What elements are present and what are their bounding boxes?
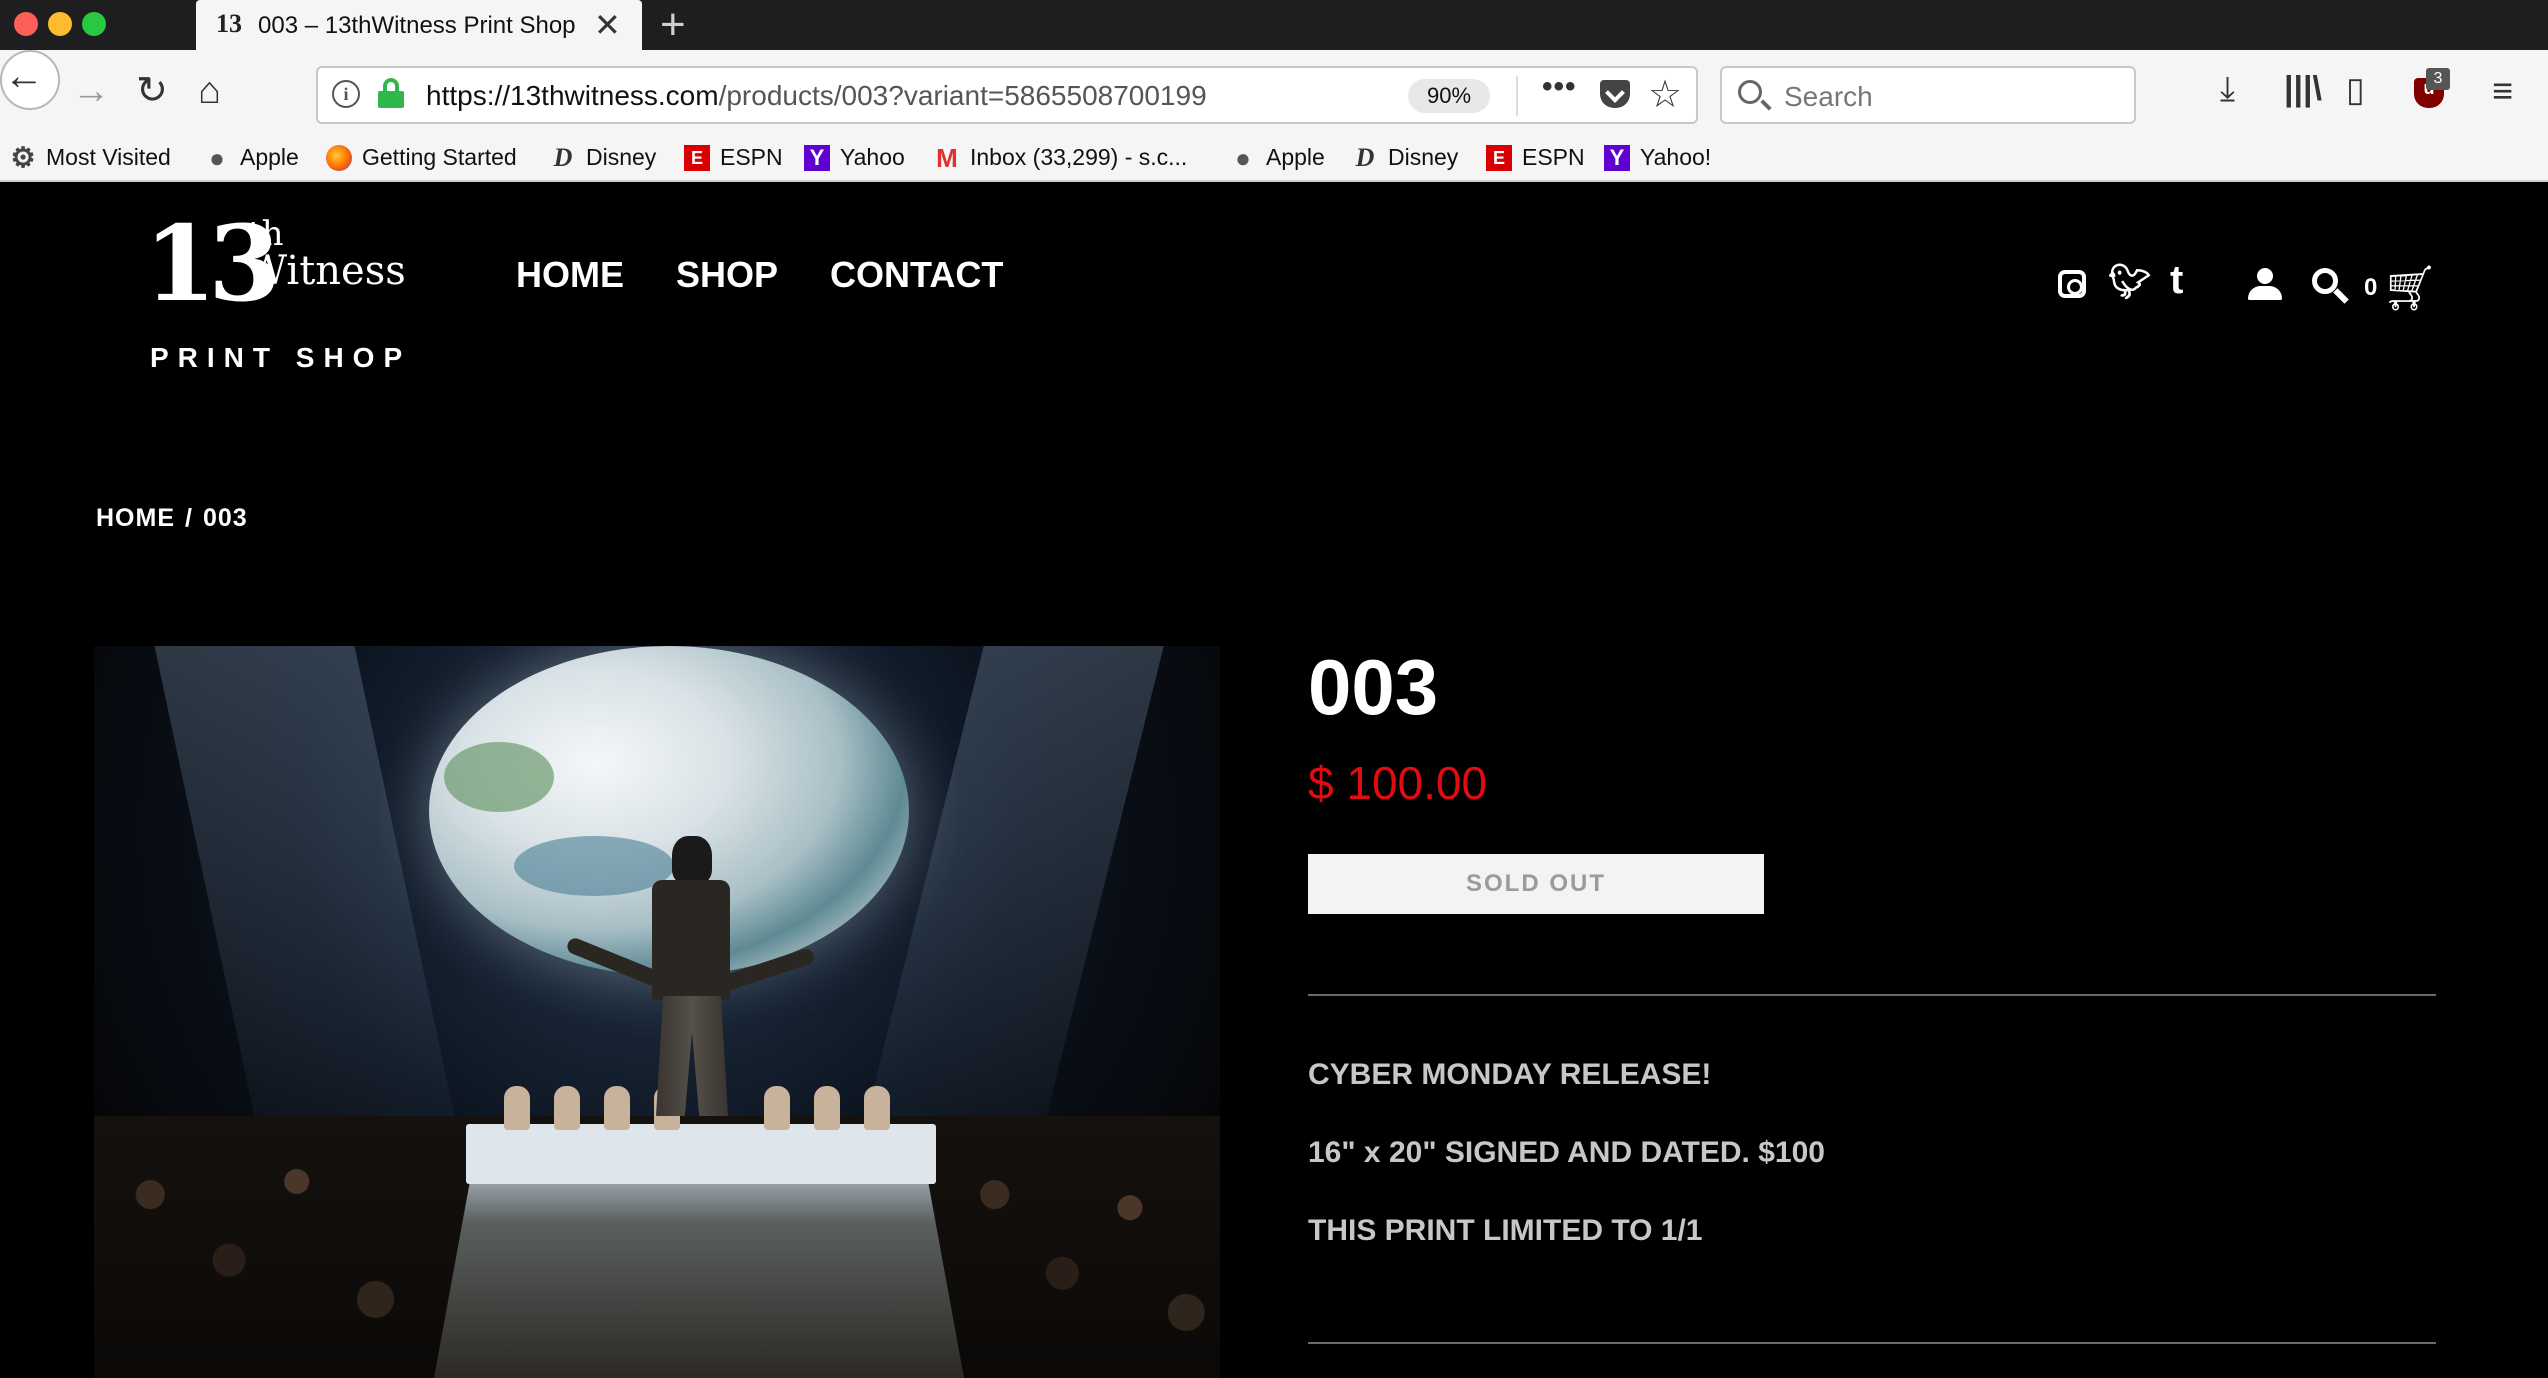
back-button[interactable]: ← [0, 50, 60, 110]
library-icon[interactable]: |||\ [2284, 70, 2322, 109]
disney-icon: D [1355, 142, 1375, 172]
bookmark-most-visited[interactable]: ⚙ Most Visited [10, 141, 170, 173]
close-window-button[interactable] [14, 12, 38, 36]
pocket-icon[interactable] [1600, 80, 1630, 108]
performer [634, 836, 744, 1126]
more-actions-icon[interactable]: ••• [1542, 70, 1577, 104]
site-search-icon[interactable] [2312, 268, 2338, 294]
twitter-icon[interactable]: 🐦︎ [2108, 262, 2151, 302]
yahoo-icon: Y [1604, 144, 1630, 171]
bookmark-inbox[interactable]: M Inbox (33,299) - s.c... [934, 144, 1187, 171]
browser-toolbar: ← → ↻ ⌂ i https://13thwitness.com/produc… [0, 50, 2548, 138]
apple-icon: ● [209, 142, 225, 173]
search-icon [1738, 80, 1762, 104]
divider [1308, 1342, 2436, 1344]
downloads-icon[interactable]: ⤓ [2220, 70, 2235, 109]
site-logo[interactable]: 13 th Witness PRINT SHOP [144, 212, 414, 374]
breadcrumb-current: 003 [202, 504, 248, 532]
divider [1308, 994, 2436, 996]
nav-shop[interactable]: SHOP [676, 254, 778, 296]
ublock-count-badge: 3 [2426, 68, 2450, 90]
arrow-left-icon: ← [4, 54, 44, 98]
bookmark-getting-started[interactable]: Getting Started [326, 144, 517, 171]
favicon-icon: 13 [216, 9, 242, 38]
product-image[interactable] [94, 646, 1220, 1378]
browser-tab[interactable]: 13 003 – 13thWitness Print Shop ✕ [196, 0, 642, 50]
logo-subtitle: PRINT SHOP [150, 342, 412, 373]
sold-out-button[interactable]: SOLD OUT [1308, 854, 1764, 914]
description-line: 16" x 20" SIGNED AND DATED. $100 [1308, 1136, 1825, 1169]
breadcrumb: HOME / 003 [96, 504, 258, 533]
bookmark-disney[interactable]: D Disney [550, 142, 657, 172]
web-page: 13 th Witness PRINT SHOP HOME SHOP CONTA… [0, 182, 2548, 1378]
firefox-icon [326, 144, 352, 171]
search-input[interactable]: Search [1720, 66, 2136, 124]
bookmark-apple-2[interactable]: ● Apple [1230, 144, 1325, 171]
breadcrumb-home[interactable]: HOME [96, 504, 175, 532]
apple-icon: ● [1235, 142, 1251, 173]
close-tab-icon[interactable]: ✕ [594, 6, 621, 44]
menu-icon[interactable]: ≡ [2492, 70, 2513, 112]
address-bar[interactable]: i https://13thwitness.com/products/003?v… [316, 66, 1698, 124]
tab-title: 003 – 13thWitness Print Shop [258, 12, 576, 39]
espn-icon: E [1486, 144, 1512, 171]
description-line: THIS PRINT LIMITED TO 1/1 [1308, 1214, 1703, 1247]
new-tab-button[interactable]: + [660, 0, 686, 50]
yahoo-icon: Y [804, 144, 830, 171]
bookmark-yahoo-2[interactable]: Y Yahoo! [1604, 144, 1711, 171]
breadcrumb-separator: / [185, 504, 193, 532]
info-icon[interactable]: i [332, 80, 360, 108]
gmail-icon: M [936, 142, 958, 173]
bookmark-disney-2[interactable]: D Disney [1352, 142, 1459, 172]
instagram-icon[interactable] [2058, 270, 2086, 298]
moon-texture [444, 742, 554, 812]
tumblr-icon[interactable]: t [2170, 258, 2183, 303]
product-price: $ 100.00 [1308, 757, 1488, 809]
bookmarks-bar: ⚙ Most Visited ● Apple Getting Started D Di… [0, 138, 2548, 182]
nav-contact[interactable]: CONTACT [830, 254, 1003, 296]
nav-home[interactable]: HOME [516, 254, 624, 296]
bookmark-star-icon[interactable]: ☆ [1648, 72, 1682, 117]
gear-icon: ⚙ [10, 141, 36, 173]
cart-icon[interactable]: 🛒︎ [2382, 262, 2438, 314]
browser-tab-bar: 13 003 – 13thWitness Print Shop ✕ + [0, 0, 2548, 50]
description-line: CYBER MONDAY RELEASE! [1308, 1058, 1712, 1091]
bookmark-apple[interactable]: ● Apple [204, 144, 299, 171]
zoom-level-badge[interactable]: 90% [1408, 79, 1490, 113]
bookmark-espn-2[interactable]: E ESPN [1486, 144, 1585, 171]
home-icon[interactable]: ⌂ [198, 72, 221, 110]
minimize-window-button[interactable] [48, 12, 72, 36]
separator [1516, 76, 1518, 116]
reload-button[interactable]: ↻ [136, 72, 168, 110]
search-placeholder: Search [1784, 81, 1873, 112]
sidebar-icon[interactable]: ▯ [2346, 70, 2365, 110]
account-icon[interactable] [2248, 268, 2282, 302]
bookmark-yahoo[interactable]: Y Yahoo [804, 144, 905, 171]
maximize-window-button[interactable] [82, 12, 106, 36]
url-text[interactable]: https://13thwitness.com/products/003?var… [426, 80, 1207, 112]
disney-icon: D [553, 142, 573, 172]
espn-icon: E [684, 144, 710, 171]
cart-count: 0 [2364, 274, 2378, 301]
product-title: 003 [1308, 643, 1439, 731]
forward-button[interactable]: → [72, 72, 110, 110]
logo-word: Witness [246, 248, 406, 294]
lock-icon [378, 78, 404, 108]
bookmark-espn[interactable]: E ESPN [684, 144, 783, 171]
